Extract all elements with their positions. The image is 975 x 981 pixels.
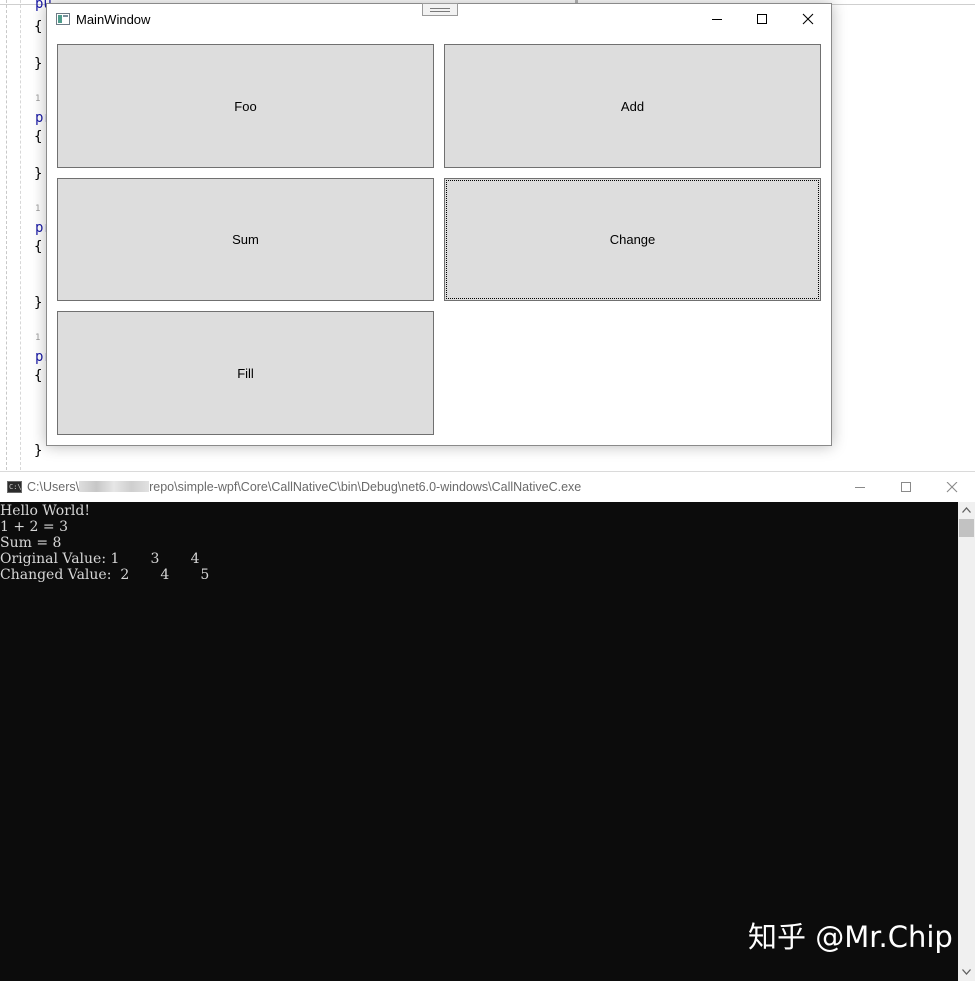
console-output[interactable]: Hello World! 1 + 2 = 3 Sum = 8 Original … bbox=[0, 502, 958, 981]
indent-guide bbox=[6, 0, 7, 470]
console-close-button[interactable] bbox=[929, 472, 975, 503]
console-line: Hello World! bbox=[0, 503, 90, 519]
console-title-prefix: C:\Users\ bbox=[27, 480, 80, 494]
console-title: C:\Users\ repo\simple-wpf\Core\CallNative… bbox=[27, 480, 581, 494]
close-icon bbox=[946, 482, 958, 493]
console-line: Sum = 8 bbox=[0, 535, 62, 551]
scroll-up-button[interactable] bbox=[958, 502, 975, 519]
main-window-titlebar[interactable]: MainWindow bbox=[47, 3, 831, 34]
chevron-down-icon bbox=[962, 969, 971, 975]
watermark: 知乎 @Mr.Chip bbox=[748, 920, 953, 954]
console-line: Changed Value: 2 4 5 bbox=[0, 567, 210, 583]
foo-button[interactable]: Foo bbox=[57, 44, 434, 168]
console-line: 1 + 2 = 3 bbox=[0, 519, 68, 535]
code-brace: { bbox=[34, 129, 43, 145]
console-title-path: repo\simple-wpf\Core\CallNativeC\bin\Deb… bbox=[149, 480, 582, 494]
code-brace: { bbox=[34, 19, 43, 35]
console-titlebar[interactable]: C:\ C:\Users\ repo\simple-wpf\Core\CallNa… bbox=[0, 471, 975, 502]
close-button[interactable] bbox=[785, 4, 831, 34]
code-brace: { bbox=[34, 239, 43, 255]
close-icon bbox=[802, 13, 814, 25]
console-minimize-button[interactable] bbox=[837, 472, 883, 503]
add-button[interactable]: Add bbox=[444, 44, 821, 168]
redacted-username bbox=[79, 481, 150, 492]
sum-button[interactable]: Sum bbox=[57, 178, 434, 301]
reference-count[interactable]: 1 bbox=[35, 333, 40, 343]
maximize-icon bbox=[757, 14, 767, 24]
chevron-up-icon bbox=[962, 507, 971, 513]
console-scrollbar[interactable] bbox=[958, 502, 975, 981]
code-brace: } bbox=[34, 166, 43, 182]
code-brace: { bbox=[34, 368, 43, 384]
console-line: Original Value: 1 3 4 bbox=[0, 551, 200, 567]
minimize-icon bbox=[855, 487, 865, 488]
code-brace: } bbox=[34, 56, 43, 72]
window-title: MainWindow bbox=[76, 12, 151, 27]
reference-count[interactable]: 1 bbox=[35, 94, 40, 104]
minimize-button[interactable] bbox=[694, 4, 740, 34]
scroll-down-button[interactable] bbox=[958, 964, 975, 981]
minimize-icon bbox=[712, 19, 722, 20]
fill-button[interactable]: Fill bbox=[57, 311, 434, 435]
maximize-button[interactable] bbox=[739, 4, 785, 34]
console-window[interactable]: C:\ C:\Users\ repo\simple-wpf\Core\CallNa… bbox=[0, 471, 975, 981]
console-app-icon: C:\ bbox=[7, 481, 22, 493]
reference-count[interactable]: 1 bbox=[35, 204, 40, 214]
drag-handle-icon[interactable] bbox=[422, 3, 458, 16]
console-maximize-button[interactable] bbox=[883, 472, 929, 503]
change-button[interactable]: Change bbox=[444, 178, 821, 301]
indent-guide bbox=[20, 0, 21, 470]
code-brace: } bbox=[34, 443, 43, 459]
main-window[interactable]: MainWindow Foo Add Sum Change Fill bbox=[46, 3, 832, 446]
scroll-thumb[interactable] bbox=[959, 519, 974, 537]
window-icon bbox=[56, 13, 70, 25]
maximize-icon bbox=[901, 482, 911, 492]
code-brace: } bbox=[34, 295, 43, 311]
